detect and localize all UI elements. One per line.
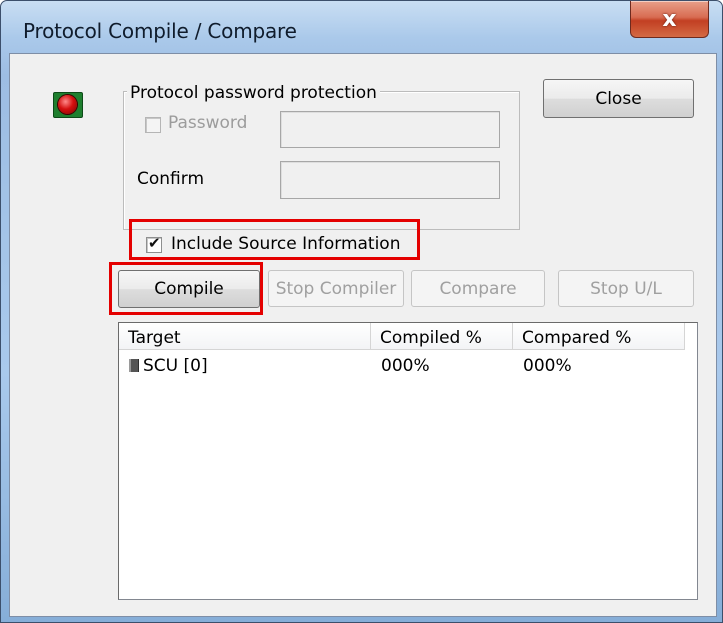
password-group-label: Protocol password protection xyxy=(127,83,380,103)
include-source-label: Include Source Information xyxy=(171,234,401,254)
list-header: Target Compiled % Compared % xyxy=(119,323,697,351)
password-label: Password xyxy=(168,113,248,133)
confirm-label: Confirm xyxy=(137,169,205,189)
table-row[interactable]: SCU [0] 000% 000% xyxy=(119,353,697,377)
column-compared[interactable]: Compared % xyxy=(513,323,685,350)
stop-compiler-button[interactable]: Stop Compiler xyxy=(268,270,404,307)
compile-button[interactable]: Compile xyxy=(118,270,260,308)
column-target[interactable]: Target xyxy=(119,323,371,350)
password-checkbox[interactable] xyxy=(145,117,161,133)
close-button[interactable]: Close xyxy=(543,79,694,118)
red-led-icon xyxy=(53,92,83,118)
led-dot xyxy=(58,95,77,114)
dialog-client-area: Protocol password protection Password Co… xyxy=(9,53,717,617)
row-compiled: 000% xyxy=(381,356,430,376)
confirm-field[interactable] xyxy=(280,161,500,199)
target-list[interactable]: Target Compiled % Compared % SCU [0] 000… xyxy=(118,322,698,600)
row-compared: 000% xyxy=(523,356,572,376)
include-source-checkbox[interactable] xyxy=(146,234,162,253)
window-title: Protocol Compile / Compare xyxy=(23,19,297,43)
dialog-window: Protocol Compile / Compare x Protocol pa… xyxy=(0,0,723,623)
compare-button[interactable]: Compare xyxy=(411,270,545,307)
password-field[interactable] xyxy=(280,111,500,148)
column-compiled[interactable]: Compiled % xyxy=(371,323,513,350)
stop-ul-button[interactable]: Stop U/L xyxy=(558,270,694,307)
row-target: SCU [0] xyxy=(143,356,208,376)
close-icon[interactable]: x xyxy=(630,1,709,38)
device-icon xyxy=(129,359,139,372)
